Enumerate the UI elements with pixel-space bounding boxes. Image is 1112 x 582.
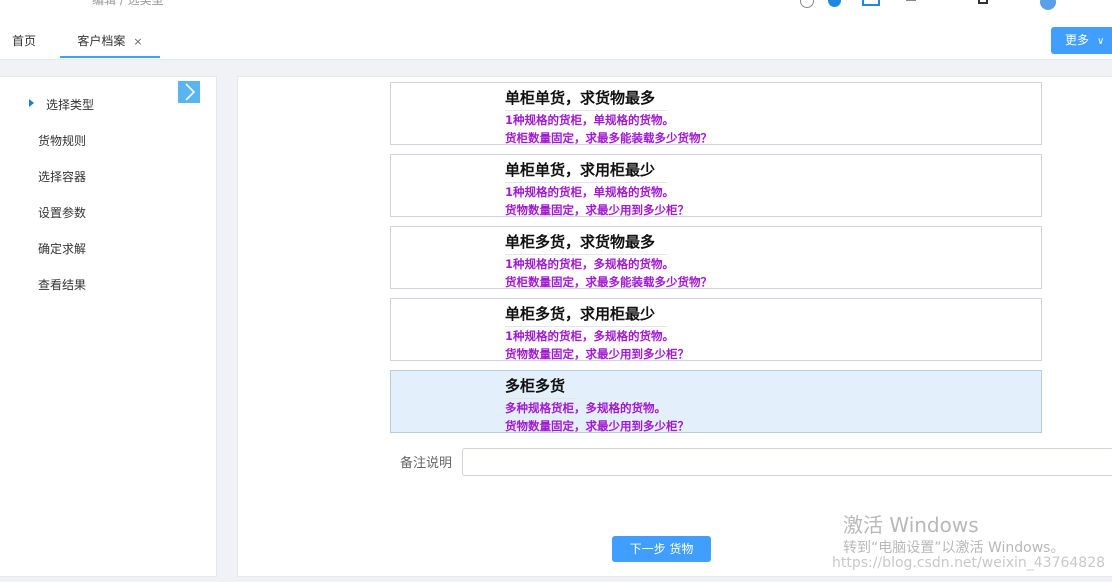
activate-watermark-title: 激活 Windows xyxy=(843,513,979,537)
more-button-label: 更多 xyxy=(1065,33,1090,47)
option-desc-1: 多种规格货柜，多规格的货物。 xyxy=(505,401,666,415)
option-title: 单柜多货，求货物最多 xyxy=(505,231,668,255)
step-set-params[interactable]: 设置参数 xyxy=(38,204,86,221)
help-icon[interactable] xyxy=(800,0,814,8)
header-title: 编辑 / 选类型 xyxy=(92,0,164,7)
option-desc-2: 货柜数量固定，求最多能装载多少货物？ xyxy=(505,275,712,289)
step-select-type[interactable]: 选择类型 xyxy=(46,96,94,113)
step-select-container[interactable]: 选择容器 xyxy=(38,168,86,185)
caret-right-icon xyxy=(29,99,34,107)
option-desc-1: 1种规格的货柜，多规格的货物。 xyxy=(505,257,674,271)
collapse-toggle[interactable] xyxy=(178,81,200,103)
tab-label: 首页 xyxy=(12,34,37,48)
remark-label: 备注说明 xyxy=(400,456,453,471)
option-desc-2: 货物数量固定，求最少用到多少柜？ xyxy=(505,347,689,361)
next-step-button[interactable]: 下一步 货物 xyxy=(612,536,711,562)
minimize-icon[interactable] xyxy=(906,0,916,1)
tab-home[interactable]: 首页 xyxy=(12,24,36,58)
remark-input[interactable] xyxy=(462,448,1112,476)
tab-customer-archive[interactable]: 客户档案 × xyxy=(60,24,160,58)
step-goods-rules[interactable]: 货物规则 xyxy=(38,132,86,149)
option-card-selected[interactable]: 多柜多货 多种规格货柜，多规格的货物。 货物数量固定，求最少用到多少柜？ xyxy=(390,370,1042,433)
step-confirm-solve[interactable]: 确定求解 xyxy=(38,240,86,257)
close-icon[interactable]: × xyxy=(133,35,142,48)
tab-bar: 首页 客户档案 × 更多 ∨ xyxy=(0,24,1112,60)
screen-icon[interactable] xyxy=(862,0,880,6)
option-desc-2: 货柜数量固定，求最多能装载多少货物？ xyxy=(505,131,712,145)
step-view-results[interactable]: 查看结果 xyxy=(38,276,86,293)
divider xyxy=(0,60,1112,68)
option-card[interactable]: 单柜单货，求用柜最少 1种规格的货柜，单规格的货物。 货物数量固定，求最少用到多… xyxy=(390,154,1042,217)
option-card[interactable]: 单柜单货，求货物最多 1种规格的货柜，单规格的货物。 货柜数量固定，求最多能装载… xyxy=(390,82,1042,145)
chevron-right-icon xyxy=(185,83,196,101)
option-desc-1: 1种规格的货柜，多规格的货物。 xyxy=(505,329,674,343)
step-sidebar xyxy=(0,76,217,577)
tab-label: 客户档案 xyxy=(77,34,126,48)
option-card[interactable]: 单柜多货，求用柜最少 1种规格的货柜，多规格的货物。 货物数量固定，求最少用到多… xyxy=(390,298,1042,361)
option-title: 单柜单货，求货物最多 xyxy=(505,87,668,111)
more-button[interactable]: 更多 ∨ xyxy=(1051,27,1112,54)
option-title: 多柜多货 xyxy=(505,375,578,399)
activate-watermark-sub: 转到“电脑设置”以激活 Windows。 xyxy=(843,540,1065,556)
top-header: 编辑 / 选类型 xyxy=(0,0,1112,25)
option-desc-2: 货物数量固定，求最少用到多少柜？ xyxy=(505,203,689,217)
blog-watermark: https://blog.csdn.net/weixin_43764828 xyxy=(832,555,1106,571)
avatar[interactable] xyxy=(1040,0,1056,10)
option-card[interactable]: 单柜多货，求货物最多 1种规格的货柜，多规格的货物。 货柜数量固定，求最多能装载… xyxy=(390,226,1042,289)
option-title: 单柜多货，求用柜最少 xyxy=(505,303,668,327)
option-title: 单柜单货，求用柜最少 xyxy=(505,159,668,183)
chevron-down-icon: ∨ xyxy=(1097,36,1105,47)
option-desc-1: 1种规格的货柜，单规格的货物。 xyxy=(505,185,674,199)
option-desc-1: 1种规格的货柜，单规格的货物。 xyxy=(505,113,674,127)
option-desc-2: 货物数量固定，求最少用到多少柜？ xyxy=(505,419,689,433)
notification-icon[interactable] xyxy=(828,0,841,7)
settings-icon[interactable] xyxy=(978,0,988,4)
